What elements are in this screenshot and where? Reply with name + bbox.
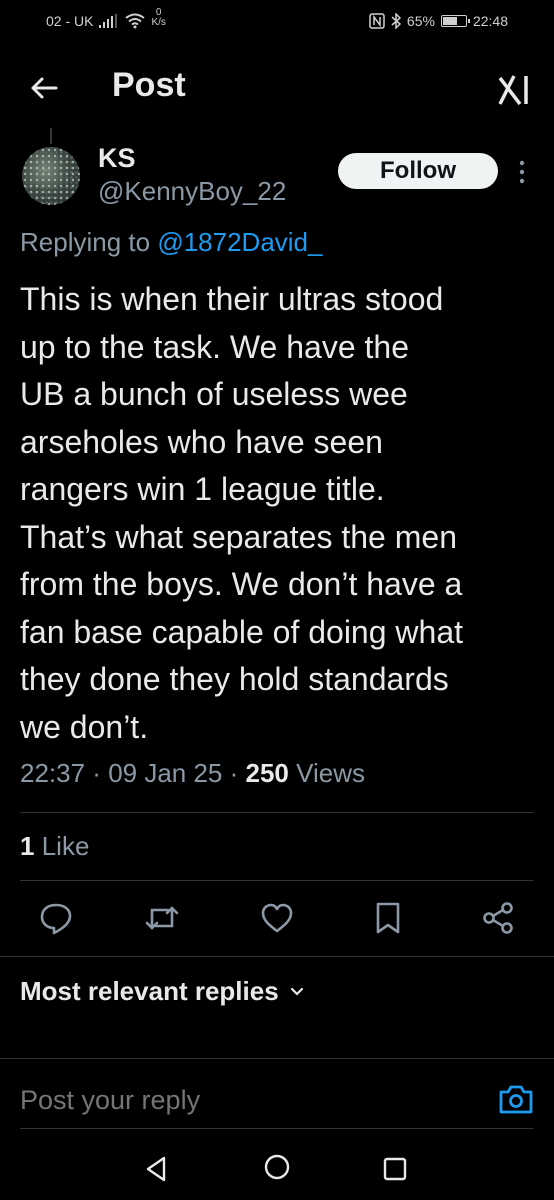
thread-connector-line [50,128,52,144]
camera-icon[interactable] [498,1082,534,1116]
nav-home-icon[interactable] [262,1152,292,1182]
repost-icon[interactable] [144,900,180,936]
more-options-icon[interactable] [512,158,532,186]
network-speed: 0 K/s [151,8,165,28]
views-label: Views [296,758,366,788]
grok-icon[interactable] [494,70,534,110]
replies-sort-label: Most relevant replies [20,976,279,1006]
post-text: This is when their ultras stood up to th… [20,281,463,745]
divider [20,1128,534,1129]
reply-input[interactable] [20,1085,460,1116]
nav-back-icon[interactable] [142,1154,172,1184]
network-speed-unit: K/s [151,17,166,28]
divider [20,812,534,813]
wifi-icon [125,13,146,29]
avatar[interactable] [22,147,80,205]
arrow-left-icon[interactable] [28,72,60,104]
battery-icon [440,15,470,27]
replying-to: Replying to @1872David_ [20,227,322,258]
page-title: Post [112,66,186,104]
replies-sort-dropdown[interactable]: Most relevant replies [20,976,305,1007]
follow-button[interactable]: Follow [338,153,498,189]
likes-count: 1 [20,831,35,861]
author-name[interactable]: KS [98,143,136,174]
share-icon[interactable] [480,900,516,936]
divider [20,880,534,881]
nav-recents-icon[interactable] [380,1154,410,1184]
chevron-down-icon [290,987,303,996]
likes-summary[interactable]: 1 Like [20,831,89,862]
reply-icon[interactable] [38,900,74,936]
bookmark-icon[interactable] [370,900,406,936]
post-date: 09 Jan 25 [108,758,223,788]
nfc-icon [369,13,385,29]
bluetooth-icon [391,13,401,29]
replying-to-handle-link[interactable]: @1872David_ [157,227,322,257]
carrier-label: 02 - UK [46,13,94,29]
status-bar: 02 - UK 0 K/s 65% 22:48 [0,0,554,40]
post-time: 22:37 [20,758,86,788]
signal-icon [99,14,118,28]
views-count: 250 [245,758,289,788]
like-icon[interactable] [259,900,295,936]
author-handle[interactable]: @KennyBoy_22 [98,176,286,207]
replying-prefix: Replying to [20,227,151,257]
likes-label: Like [41,831,90,861]
divider [0,956,554,957]
post-meta: 22:37 · 09 Jan 25 · 250 Views [20,758,366,788]
battery-percent: 65% [406,13,435,29]
clock: 22:48 [472,13,508,29]
divider [0,1058,554,1059]
